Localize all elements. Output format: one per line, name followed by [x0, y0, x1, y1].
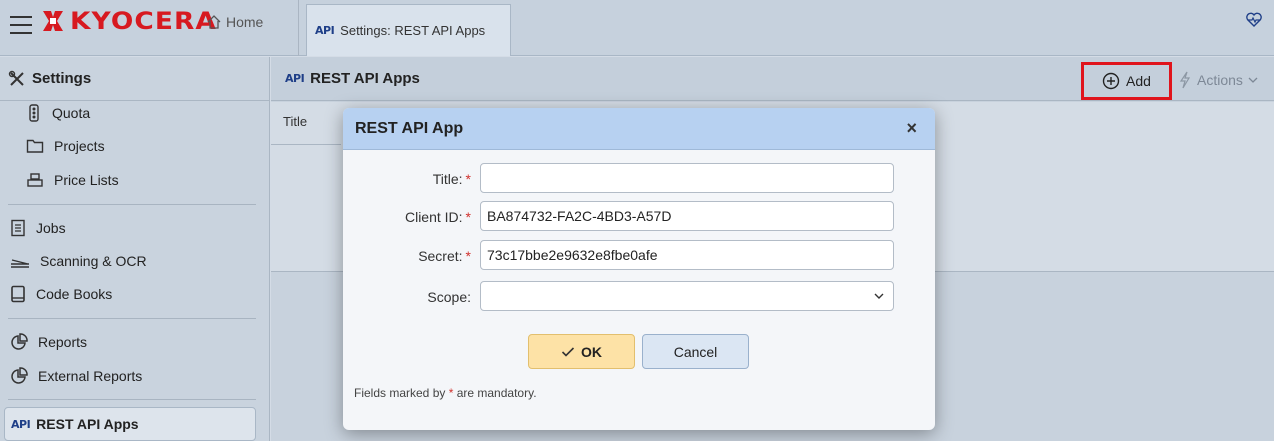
tab-settings-rest-api-apps-label: Settings: REST API Apps: [340, 23, 486, 38]
tab-settings-rest-api-apps[interactable]: API Settings: REST API Apps: [306, 4, 511, 56]
cash-register-icon: [27, 173, 43, 187]
sidebar-item-label: External Reports: [38, 368, 143, 384]
ok-button-label: OK: [581, 343, 602, 360]
sidebar-item-label: Code Books: [36, 286, 113, 302]
sidebar-item-price-lists[interactable]: Price Lists: [26, 172, 119, 188]
header-divider: [271, 144, 341, 145]
sidebar-item-quota[interactable]: Quota: [26, 104, 90, 122]
checkmark-icon: [561, 346, 575, 357]
client-id-label-text: Client ID:: [404, 209, 463, 225]
chevron-down-icon: [1248, 77, 1258, 83]
note-prefix: Fields marked by: [354, 386, 449, 400]
sidebar-header: Settings: [0, 57, 269, 101]
brand-name: KYOCERA: [70, 7, 217, 35]
plus-circle-icon: [1102, 72, 1120, 90]
pie-chart-icon: [11, 333, 28, 350]
sidebar-item-label: Jobs: [36, 220, 66, 236]
tab-home[interactable]: Home: [206, 14, 263, 30]
kyocera-logo-mark-icon: [40, 8, 66, 34]
tab-divider: [298, 0, 299, 56]
lightning-icon: [1179, 71, 1191, 89]
sidebar-divider: [8, 318, 256, 319]
sidebar-item-label: Scanning & OCR: [40, 253, 147, 269]
sidebar-item-jobs[interactable]: Jobs: [10, 219, 66, 237]
scope-select[interactable]: [480, 281, 894, 311]
hamburger-menu-icon[interactable]: [10, 16, 32, 34]
column-header-title[interactable]: Title: [283, 114, 307, 129]
sidebar-item-rest-api-apps[interactable]: API REST API Apps: [4, 407, 256, 441]
cancel-button-label: Cancel: [673, 343, 718, 360]
page-title: REST API Apps: [310, 70, 420, 87]
pie-chart-icon: [11, 367, 28, 384]
api-icon: API: [11, 417, 31, 431]
tab-home-label: Home: [226, 14, 264, 30]
sidebar-item-scanning-ocr[interactable]: Scanning & OCR: [10, 253, 147, 269]
add-button[interactable]: Add: [1081, 62, 1172, 100]
sidebar-item-label: REST API Apps: [36, 416, 139, 432]
rest-api-app-dialog: REST API App × Title: * Client ID: * BA874…: [343, 108, 935, 430]
top-bar: KYOCERA Home API Settings: REST API Apps: [0, 0, 1274, 56]
sidebar: Settings Quota Projects Price Lists Jobs…: [0, 57, 270, 441]
sidebar-item-code-books[interactable]: Code Books: [10, 285, 112, 303]
secret-label-text: Secret:: [418, 248, 463, 264]
home-icon: [207, 15, 221, 29]
client-id-field[interactable]: BA874732-FA2C-4BD3-A57D: [480, 201, 894, 231]
required-mark: *: [465, 209, 471, 225]
actions-label: Actions: [1197, 72, 1243, 88]
sidebar-item-external-reports[interactable]: External Reports: [10, 367, 142, 385]
ok-button[interactable]: OK: [528, 334, 635, 369]
sidebar-divider: [8, 204, 256, 205]
api-icon: API: [285, 72, 305, 85]
title-label-text: Title:: [432, 171, 463, 187]
secret-label: Secret: *: [343, 248, 471, 264]
folder-icon: [26, 139, 44, 153]
sidebar-item-label: Projects: [54, 138, 105, 154]
title-field[interactable]: [480, 163, 894, 193]
traffic-light-icon: [29, 104, 39, 122]
actions-menu[interactable]: Actions: [1179, 71, 1265, 89]
sidebar-item-label: Quota: [52, 105, 91, 121]
heartbeat-icon[interactable]: [1245, 12, 1263, 28]
sidebar-item-label: Reports: [38, 334, 88, 350]
chevron-down-icon: [874, 293, 884, 299]
sidebar-divider: [8, 399, 256, 400]
sidebar-title: Settings: [32, 70, 92, 87]
book-icon: [11, 285, 25, 303]
secret-field[interactable]: 73c17bbe2e9632e8fbe0afe: [480, 240, 894, 270]
dialog-title: REST API App: [355, 119, 464, 137]
required-mark: *: [465, 171, 471, 187]
api-icon: API: [315, 24, 335, 37]
kyocera-logo[interactable]: KYOCERA: [40, 7, 216, 35]
note-suffix: are mandatory.: [453, 386, 537, 400]
tools-icon: [8, 70, 24, 86]
scope-label-text: Scope:: [427, 289, 471, 305]
title-label: Title: *: [343, 171, 471, 187]
document-icon: [11, 219, 25, 237]
mandatory-note: Fields marked by * are mandatory.: [354, 386, 537, 400]
scope-label: Scope:: [343, 289, 471, 305]
client-id-label: Client ID: *: [343, 209, 471, 225]
required-mark: *: [465, 248, 471, 264]
sidebar-item-label: Price Lists: [54, 172, 119, 188]
scanner-icon: [11, 259, 29, 268]
cancel-button[interactable]: Cancel: [642, 334, 749, 369]
close-icon[interactable]: ×: [906, 118, 917, 139]
dialog-header: REST API App ×: [343, 108, 935, 150]
sidebar-item-projects[interactable]: Projects: [26, 138, 105, 154]
sidebar-item-reports[interactable]: Reports: [10, 333, 87, 351]
add-button-label: Add: [1126, 73, 1151, 89]
